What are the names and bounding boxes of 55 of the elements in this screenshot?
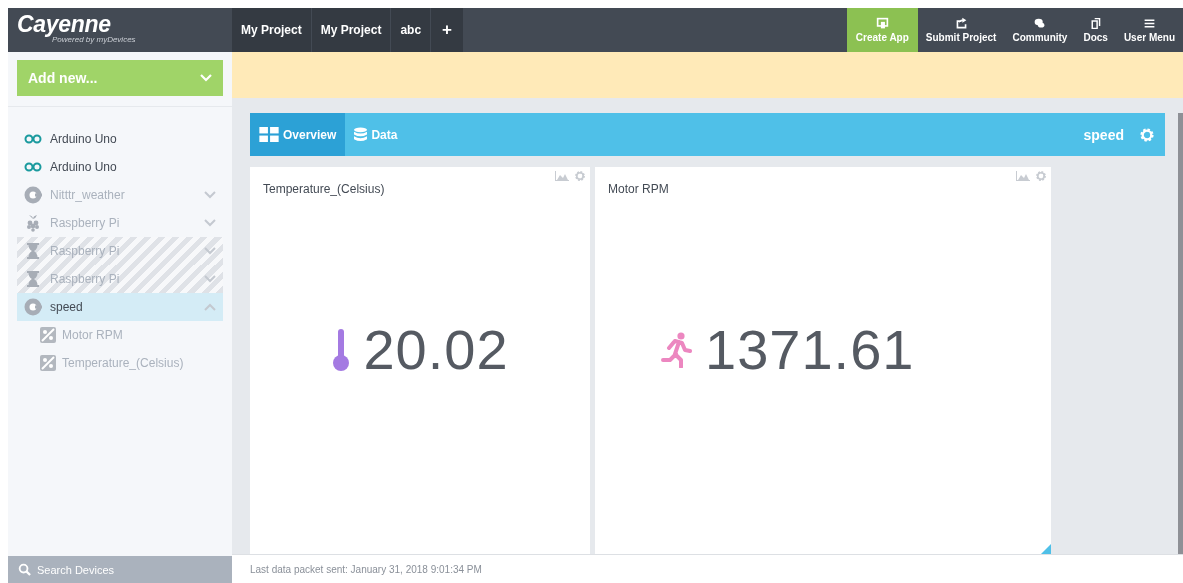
chart-icon[interactable]: [1016, 170, 1030, 182]
chevron-down-icon: [200, 74, 212, 82]
sensor-value: 20.02: [363, 317, 509, 382]
project-tab[interactable]: abc: [391, 8, 431, 52]
nav-button[interactable]: User Menu: [1115, 8, 1183, 52]
project-tab[interactable]: My Project: [232, 8, 311, 52]
resize-handle[interactable]: [1041, 544, 1051, 554]
search-icon: [18, 563, 31, 576]
device-item[interactable]: Arduino Uno: [17, 153, 223, 181]
device-item[interactable]: Arduino Uno: [17, 125, 223, 153]
device-name: Arduino Uno: [50, 132, 118, 146]
sensor-icon: [40, 355, 56, 371]
settings-icon[interactable]: [1139, 126, 1155, 143]
database-icon: [354, 127, 368, 142]
settings-icon[interactable]: [1034, 170, 1048, 182]
chevron-down-icon[interactable]: [204, 247, 216, 255]
hourglass-icon: [24, 242, 42, 260]
device-name: Raspberry Pi: [50, 272, 121, 286]
screen-icon: [875, 17, 889, 30]
share-icon: [954, 17, 968, 30]
nav-button[interactable]: Submit Project: [917, 8, 1005, 52]
logo[interactable]: Cayenne: [17, 13, 111, 35]
widget-title: Motor RPM: [608, 182, 669, 196]
c-logo-icon: [24, 298, 42, 316]
device-name: speed: [50, 300, 84, 314]
widget-title: Temperature_(Celsius): [263, 182, 385, 196]
chart-icon[interactable]: [555, 170, 569, 182]
status-text: Last data packet sent: January 31, 2018 9:01:34 PM: [232, 554, 1183, 583]
chevron-down-icon[interactable]: [204, 219, 216, 227]
project-tab[interactable]: My Project: [311, 8, 391, 52]
hourglass-icon: [24, 270, 42, 288]
menu-icon: [1142, 17, 1156, 30]
layout-icon: [259, 127, 279, 142]
device-name: Raspberry Pi: [50, 244, 121, 258]
scrollbar[interactable]: [1178, 113, 1183, 554]
device-item[interactable]: speed: [17, 293, 223, 321]
project-tab[interactable]: +: [431, 8, 463, 52]
raspberry-icon: [24, 214, 42, 232]
documents-icon: [1089, 17, 1103, 30]
settings-icon[interactable]: [573, 170, 587, 182]
chevron-up-icon[interactable]: [204, 303, 216, 311]
chevron-down-icon[interactable]: [204, 191, 216, 199]
logo-tagline: Powered by myDevices: [52, 35, 136, 45]
search-field[interactable]: Search Devices: [8, 556, 232, 583]
sensor-value: 1371.61: [705, 317, 915, 382]
device-name: Raspberry Pi: [50, 216, 121, 230]
device-title: speed: [1083, 126, 1124, 143]
nav-button[interactable]: Community: [1004, 8, 1076, 52]
nav-button[interactable]: Docs: [1075, 8, 1116, 52]
device-name: Nitttr_weather: [50, 188, 126, 202]
device-name: Arduino Uno: [50, 160, 118, 174]
c-logo-icon: [24, 186, 42, 204]
chat-icon: [1033, 17, 1047, 30]
sensor-icon: [40, 327, 56, 343]
chevron-down-icon[interactable]: [204, 275, 216, 283]
